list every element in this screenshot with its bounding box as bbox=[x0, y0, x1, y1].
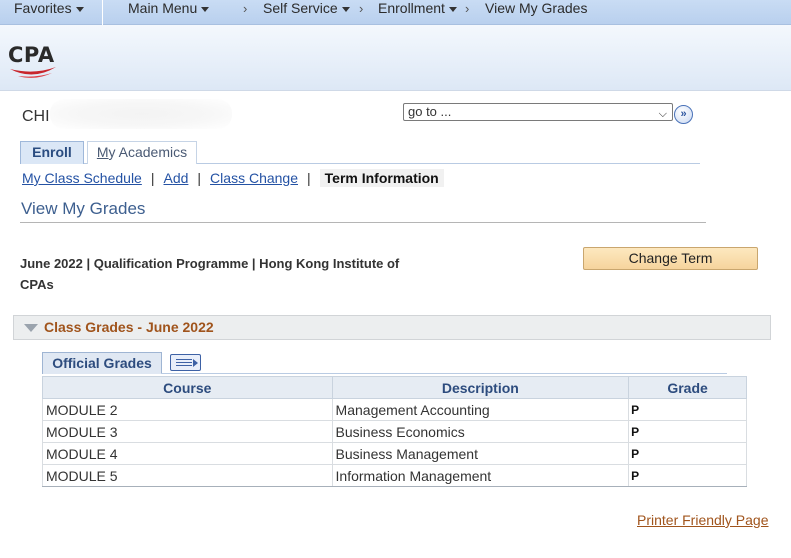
my-class-schedule-link[interactable]: My Class Schedule bbox=[22, 170, 142, 186]
main-menu[interactable]: Main Menu bbox=[128, 0, 210, 18]
table-row: MODULE 4 Business Management P bbox=[42, 442, 747, 465]
logo-text: CPA bbox=[8, 43, 55, 67]
enrollment-label: Enrollment bbox=[378, 0, 445, 16]
enrollment-menu[interactable]: Enrollment bbox=[378, 0, 457, 18]
breadcrumb-chevron-icon: › bbox=[359, 1, 364, 16]
go-to-select[interactable]: go to ... ⌵ bbox=[403, 103, 673, 121]
header-band: CPA bbox=[0, 25, 791, 91]
table-row: MODULE 2 Management Accounting P bbox=[42, 398, 747, 421]
grid-bars-icon bbox=[176, 359, 192, 367]
show-all-columns-icon[interactable] bbox=[170, 354, 201, 371]
printer-friendly-page-link[interactable]: Printer Friendly Page bbox=[637, 512, 769, 528]
page-title: View My Grades bbox=[21, 199, 146, 218]
change-term-label: Change Term bbox=[628, 250, 713, 266]
column-header-course: Course bbox=[42, 376, 333, 399]
subnav-separator: | bbox=[197, 170, 202, 186]
section-title: Class Grades - June 2022 bbox=[44, 319, 214, 335]
double-chevron-right-icon: » bbox=[680, 108, 687, 120]
favorites-label: Favorites bbox=[14, 0, 72, 16]
self-service-menu[interactable]: Self Service bbox=[263, 0, 350, 18]
caret-down-icon bbox=[75, 6, 84, 12]
tab-official-grades-label: Official Grades bbox=[52, 355, 152, 371]
grades-table: Course Description Grade MODULE 2 Manage… bbox=[42, 376, 747, 487]
description-cell: Management Accounting bbox=[331, 398, 630, 421]
go-button[interactable]: » bbox=[674, 105, 693, 124]
description-cell: Information Management bbox=[331, 464, 630, 487]
go-to-value: go to ... bbox=[408, 104, 452, 119]
link-label: lass Change bbox=[220, 170, 298, 186]
link-accesskey: C bbox=[210, 170, 221, 186]
view-my-grades-label: View My Grades bbox=[485, 0, 588, 16]
class-change-link[interactable]: Class Change bbox=[210, 170, 298, 186]
description-cell: Business Economics bbox=[331, 420, 630, 443]
column-header-description: Description bbox=[331, 376, 630, 399]
tab-official-grades[interactable]: Official Grades bbox=[42, 352, 162, 374]
grade-cell: P bbox=[628, 464, 747, 487]
arrow-right-icon bbox=[193, 359, 198, 367]
nav-separator bbox=[102, 0, 103, 25]
link-label: dd bbox=[172, 170, 189, 186]
table-row: MODULE 3 Business Economics P bbox=[42, 420, 747, 443]
link-accesskey: A bbox=[163, 170, 173, 186]
column-header-grade: Grade bbox=[628, 376, 747, 399]
title-divider bbox=[20, 222, 706, 223]
top-navigation-bar: Favorites Main Menu › Self Service › Enr… bbox=[0, 0, 791, 25]
logo-swoosh-icon bbox=[10, 67, 56, 78]
breadcrumb-chevron-icon: › bbox=[465, 1, 470, 16]
breadcrumb-view-my-grades[interactable]: View My Grades bbox=[485, 0, 587, 18]
class-grades-section-header[interactable]: Class Grades - June 2022 bbox=[13, 315, 771, 340]
collapse-triangle-icon[interactable] bbox=[24, 324, 38, 332]
link-label: y Class Schedule bbox=[33, 170, 142, 186]
table-header-row: Course Description Grade bbox=[42, 376, 747, 399]
caret-down-icon bbox=[341, 6, 350, 12]
description-cell: Business Management bbox=[331, 442, 630, 465]
term-description: June 2022 | Qualification Programme | Ho… bbox=[20, 256, 400, 292]
self-service-label: Self Service bbox=[263, 0, 338, 16]
add-link[interactable]: Add bbox=[163, 170, 188, 186]
link-accesskey: M bbox=[22, 170, 34, 186]
course-cell: MODULE 5 bbox=[42, 464, 333, 487]
caret-down-icon bbox=[448, 6, 457, 12]
grade-cell: P bbox=[628, 420, 747, 443]
course-cell: MODULE 3 bbox=[42, 420, 333, 443]
breadcrumb-chevron-icon: › bbox=[243, 1, 248, 16]
table-row: MODULE 5 Information Management P bbox=[42, 464, 747, 487]
favorites-menu[interactable]: Favorites bbox=[14, 0, 84, 18]
chevron-down-icon: ⌵ bbox=[658, 108, 667, 120]
change-term-button[interactable]: Change Term bbox=[583, 247, 758, 270]
cpa-logo[interactable]: CPA bbox=[8, 43, 58, 81]
course-cell: MODULE 4 bbox=[42, 442, 333, 465]
grid-tab-divider bbox=[161, 373, 727, 374]
tab-enroll[interactable]: Enroll bbox=[20, 141, 84, 164]
tab-my-academics[interactable]: My Academics bbox=[87, 141, 197, 164]
main-menu-label: Main Menu bbox=[128, 0, 198, 16]
grade-cell: P bbox=[628, 398, 747, 421]
course-cell: MODULE 2 bbox=[42, 398, 333, 421]
tab-enroll-label: Enroll bbox=[32, 144, 72, 160]
subnav-separator: | bbox=[150, 170, 155, 186]
enroll-subnav: My Class Schedule | Add | Class Change | Term … bbox=[22, 169, 444, 187]
term-information-current: Term Information bbox=[319, 169, 444, 187]
tab-my-academics-label: y Academics bbox=[108, 144, 188, 160]
redacted-name-area bbox=[50, 99, 232, 129]
student-name: CHI bbox=[22, 108, 50, 125]
subnav-separator: | bbox=[307, 170, 311, 186]
caret-down-icon bbox=[201, 6, 210, 12]
grade-cell: P bbox=[628, 442, 747, 465]
tab-my-academics-accesskey: M bbox=[96, 144, 109, 160]
